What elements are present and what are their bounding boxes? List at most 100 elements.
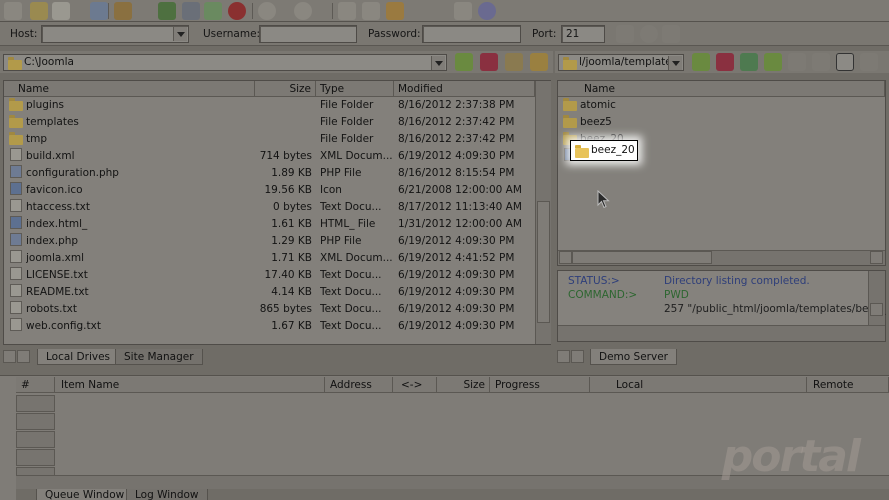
file-name: LICENSE.txt: [26, 269, 88, 281]
table-row[interactable]: LICENSE.txt 17.40 KB Text Docu... 6/19/2012…: [4, 267, 535, 284]
properties-icon[interactable]: [454, 2, 472, 20]
column-header-type[interactable]: Type: [316, 81, 394, 97]
quick-connect-icon[interactable]: [90, 2, 108, 20]
properties-icon[interactable]: [812, 53, 830, 71]
parent-folder-icon[interactable]: [455, 53, 473, 71]
bookmarks-icon[interactable]: [480, 53, 498, 71]
edit-icon[interactable]: [338, 2, 356, 20]
table-row[interactable]: tmp File Folder 8/16/2012 2:37:42 PM: [4, 131, 535, 148]
local-vertical-scrollbar[interactable]: [535, 81, 551, 344]
local-path-bar: C:\Joomla: [0, 51, 553, 73]
column-header-size[interactable]: Size: [255, 81, 316, 97]
username-input[interactable]: [259, 25, 357, 43]
tab-queue-window[interactable]: Queue Window: [36, 489, 134, 500]
refresh-icon[interactable]: [740, 53, 758, 71]
help-icon[interactable]: [478, 2, 496, 20]
file-type: File Folder: [320, 116, 374, 128]
column-header-size[interactable]: Size: [437, 377, 490, 393]
binary-mode-icon[interactable]: [182, 2, 200, 20]
scroll-left-icon[interactable]: [559, 251, 572, 264]
file-size: 1.71 KB: [271, 252, 312, 264]
file-size: 714 bytes: [259, 150, 312, 162]
transfer-icon[interactable]: [764, 53, 782, 71]
exclamation-icon[interactable]: [408, 2, 426, 20]
file-type: HTML_ File: [320, 218, 376, 230]
table-row[interactable]: configuration.php 1.89 KB PHP File 8/16/201…: [4, 165, 535, 182]
tab-scroll-right-icon[interactable]: [17, 350, 30, 363]
log-key: STATUS:>: [568, 275, 620, 287]
tab-local-drives[interactable]: Local Drives: [37, 349, 120, 365]
chevron-down-icon[interactable]: [173, 27, 187, 41]
host-input[interactable]: [41, 25, 189, 43]
wand-icon[interactable]: [30, 2, 48, 20]
chevron-down-icon[interactable]: [668, 56, 682, 70]
column-header-modified[interactable]: Modified: [394, 81, 535, 97]
reconnect-action-icon[interactable]: [662, 25, 680, 43]
username-label: Username:: [203, 28, 261, 40]
column-header-number[interactable]: #: [16, 377, 55, 393]
disconnect-icon[interactable]: [114, 2, 132, 20]
scroll-right-icon[interactable]: [870, 251, 883, 264]
table-row[interactable]: templates File Folder 8/16/2012 2:37:42 PM: [4, 114, 535, 131]
refresh-icon[interactable]: [204, 2, 222, 20]
disconnect-action-icon[interactable]: [640, 25, 658, 43]
list-view-icon[interactable]: [836, 53, 854, 71]
password-input[interactable]: [422, 25, 521, 43]
cancel-transfer-icon[interactable]: [158, 2, 176, 20]
stop-icon[interactable]: [228, 2, 246, 20]
column-header-address[interactable]: Address: [325, 377, 393, 393]
table-row[interactable]: build.xml 714 bytes XML Docum... 6/19/2012 …: [4, 148, 535, 165]
log-horizontal-scrollbar[interactable]: [558, 325, 885, 341]
table-row[interactable]: beez5: [558, 114, 885, 131]
table-row[interactable]: index.php 1.29 KB PHP File 6/19/2012 4:09:3…: [4, 233, 535, 250]
table-row[interactable]: plugins File Folder 8/16/2012 2:37:38 PM: [4, 97, 535, 114]
bookmarks-icon[interactable]: [716, 53, 734, 71]
table-row[interactable]: joomla.xml 1.71 KB XML Docum... 6/19/2012 4…: [4, 250, 535, 267]
new-folder-icon[interactable]: [505, 53, 523, 71]
file-type: PHP File: [320, 235, 362, 247]
column-header-name[interactable]: Name: [4, 81, 255, 97]
table-row[interactable]: robots.txt 865 bytes Text Docu... 6/19/2012…: [4, 301, 535, 318]
table-row[interactable]: atomic: [558, 97, 885, 114]
tab-site-manager[interactable]: Site Manager: [115, 349, 203, 365]
folder-icon: [563, 57, 577, 70]
column-header-remote[interactable]: Remote: [807, 377, 889, 393]
table-row[interactable]: index.html_ 1.61 KB HTML_ File 1/31/2012 12…: [4, 216, 535, 233]
tab-demo-server[interactable]: Demo Server: [590, 349, 677, 365]
remote-horizontal-scrollbar[interactable]: [558, 250, 885, 265]
table-row[interactable]: web.config.txt 1.67 KB Text Docu... 6/19/20…: [4, 318, 535, 335]
scroll-down-icon[interactable]: [870, 303, 883, 316]
tab-log-window[interactable]: Log Window: [126, 489, 208, 500]
column-header-direction[interactable]: <->: [393, 377, 437, 393]
log-vertical-scrollbar[interactable]: [868, 271, 885, 325]
sync-icon[interactable]: [860, 53, 878, 71]
view-icon[interactable]: [362, 2, 380, 20]
tab-scroll-left-icon[interactable]: [3, 350, 16, 363]
folder-options-icon[interactable]: [530, 53, 548, 71]
delete-icon[interactable]: [788, 53, 806, 71]
upload-icon[interactable]: [294, 2, 312, 20]
port-input[interactable]: 21: [561, 25, 605, 43]
column-header-progress[interactable]: Progress: [490, 377, 590, 393]
column-header-item-name[interactable]: Item Name: [55, 377, 325, 393]
new-file-icon[interactable]: [52, 2, 70, 20]
tab-scroll-left-icon[interactable]: [557, 350, 570, 363]
delete-icon[interactable]: [430, 2, 448, 20]
table-row[interactable]: favicon.ico 19.56 KB Icon 6/21/2008 12:00:0…: [4, 182, 535, 199]
column-header-name[interactable]: Name: [558, 81, 885, 97]
scroll-thumb[interactable]: [572, 251, 712, 264]
table-row[interactable]: htaccess.txt 0 bytes Text Docu... 8/17/2012…: [4, 199, 535, 216]
scroll-thumb[interactable]: [537, 201, 550, 323]
parent-folder-icon[interactable]: [692, 53, 710, 71]
column-header-local[interactable]: Local: [590, 377, 807, 393]
new-folder-icon[interactable]: [386, 2, 404, 20]
connect-action-icon[interactable]: [616, 25, 634, 43]
download-icon[interactable]: [258, 2, 276, 20]
connect-icon[interactable]: [4, 2, 22, 20]
tab-scroll-right-icon[interactable]: [571, 350, 584, 363]
table-row[interactable]: README.txt 4.14 KB Text Docu... 6/19/2012 4…: [4, 284, 535, 301]
local-path-input[interactable]: C:\Joomla: [3, 54, 447, 71]
chevron-down-icon[interactable]: [431, 56, 445, 70]
reconnect-icon[interactable]: [136, 2, 154, 20]
remote-path-input[interactable]: l/joomla/templates: [558, 54, 684, 71]
